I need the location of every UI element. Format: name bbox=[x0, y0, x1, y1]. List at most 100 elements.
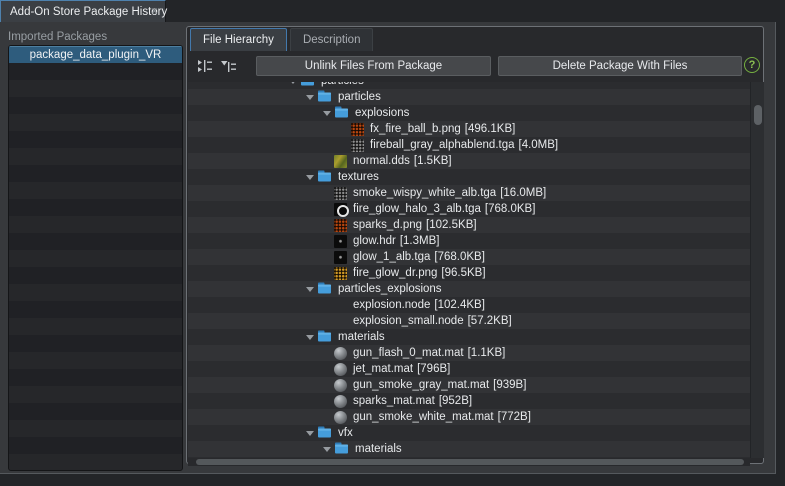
tree-file-row[interactable]: sparks_d.png [102.5KB] bbox=[188, 217, 750, 233]
expander-placeholder bbox=[320, 393, 334, 409]
tree-folder-row[interactable]: particles bbox=[188, 89, 750, 105]
package-list-empty-row bbox=[9, 386, 182, 403]
help-icon[interactable]: ? bbox=[744, 57, 760, 73]
expander-arrow-icon[interactable] bbox=[303, 329, 317, 345]
file-size: [102.4KB] bbox=[434, 299, 485, 311]
expander-placeholder bbox=[320, 409, 334, 425]
folder-icon bbox=[317, 425, 332, 441]
vertical-scrollbar-thumb[interactable] bbox=[754, 105, 762, 125]
package-list-empty-row bbox=[9, 437, 182, 454]
tree-file-row[interactable]: fireball_gray_alphablend.tga [4.0MB] bbox=[188, 137, 750, 153]
collapse-tree-icon[interactable] bbox=[196, 57, 214, 75]
expander-placeholder bbox=[320, 249, 334, 265]
expander-placeholder bbox=[320, 313, 334, 329]
file-size: [768.0KB] bbox=[484, 203, 536, 215]
chevron-down-icon bbox=[306, 286, 314, 292]
expander-arrow-icon[interactable] bbox=[303, 425, 317, 441]
texture-thumbnail-tex-dark-dot bbox=[334, 250, 347, 264]
tree-file-row[interactable]: explosion_small.node [57.2KB] bbox=[188, 313, 750, 329]
tree-folder-row[interactable]: explosions bbox=[188, 105, 750, 121]
horizontal-scrollbar[interactable] bbox=[188, 459, 750, 466]
expander-placeholder bbox=[320, 201, 334, 217]
tab-description[interactable]: Description bbox=[289, 28, 374, 51]
expander-arrow-icon[interactable] bbox=[303, 281, 317, 297]
tree-file-row[interactable]: fx_fire_ball_b.png [496.1KB] bbox=[188, 121, 750, 137]
imported-packages-list[interactable]: package_data_plugin_VR bbox=[8, 45, 183, 471]
expander-arrow-icon[interactable] bbox=[303, 89, 317, 105]
package-list-empty-row bbox=[9, 148, 182, 165]
delete-package-button[interactable]: Delete Package With Files bbox=[498, 56, 742, 76]
tree-file-row[interactable]: normal.dds [1.5KB] bbox=[188, 153, 750, 169]
file-name: gun_flash_0_mat.mat bbox=[353, 347, 464, 359]
file-size: [1.5KB] bbox=[413, 155, 452, 167]
tree-file-row[interactable]: sparks_mat.mat [952B] bbox=[188, 393, 750, 409]
package-list-empty-row bbox=[9, 420, 182, 437]
texture-thumbnail-tex-orange-dots bbox=[334, 218, 347, 232]
tree-file-row[interactable]: glow_1_alb.tga [768.0KB] bbox=[188, 249, 750, 265]
tree-file-row[interactable]: jet_mat.mat [796B] bbox=[188, 361, 750, 377]
unlink-files-button[interactable]: Unlink Files From Package bbox=[256, 56, 491, 76]
tree-folder-row[interactable]: textures bbox=[188, 169, 750, 185]
package-list-empty-row bbox=[9, 267, 182, 284]
file-name: vfx bbox=[338, 427, 353, 439]
package-list-empty-row bbox=[9, 63, 182, 80]
texture-thumbnail-tex-normalmap bbox=[334, 154, 347, 168]
package-list-item[interactable]: package_data_plugin_VR bbox=[9, 46, 182, 63]
file-size: [772B] bbox=[497, 411, 531, 423]
texture-thumbnail-tex-gray-dots bbox=[351, 138, 364, 152]
expand-tree-icon[interactable] bbox=[220, 57, 238, 75]
tree-file-row[interactable]: smoke_wispy_white_alb.tga [16.0MB] bbox=[188, 185, 750, 201]
close-icon[interactable]: × bbox=[151, 4, 158, 18]
tree-file-row[interactable]: fire_glow_halo_3_alb.tga [768.0KB] bbox=[188, 201, 750, 217]
texture-thumbnail-tex-gray-dots bbox=[334, 186, 347, 200]
package-list-empty-row bbox=[9, 114, 182, 131]
material-sphere-icon bbox=[334, 394, 347, 408]
chevron-down-icon bbox=[306, 94, 314, 100]
folder-icon bbox=[317, 89, 332, 105]
addon-store-package-history-window: { "window": { "tab": { "title": "Add-On … bbox=[0, 0, 785, 486]
tree-folder-row[interactable]: materials bbox=[188, 441, 750, 457]
chevron-down-icon bbox=[323, 110, 331, 116]
tree-folder-row[interactable]: vfx bbox=[188, 425, 750, 441]
file-size: [102.5KB] bbox=[426, 219, 477, 231]
tree-file-row[interactable]: fire_glow_dr.png [96.5KB] bbox=[188, 265, 750, 281]
package-list-empty-row bbox=[9, 97, 182, 114]
tree-folder-row[interactable]: particles bbox=[188, 82, 750, 89]
file-name: textures bbox=[338, 171, 379, 183]
expander-arrow-icon[interactable] bbox=[286, 82, 300, 89]
file-size: [4.0MB] bbox=[518, 139, 559, 151]
file-size: [96.5KB] bbox=[441, 267, 486, 279]
package-list-empty-row bbox=[9, 403, 182, 420]
panel-tab-bar: File Hierarchy Description bbox=[190, 28, 376, 51]
vertical-scrollbar[interactable] bbox=[750, 82, 764, 458]
tree-file-row[interactable]: gun_smoke_gray_mat.mat [939B] bbox=[188, 377, 750, 393]
file-size: [939B] bbox=[493, 379, 527, 391]
file-name: fireball_gray_alphablend.tga bbox=[370, 139, 515, 151]
file-name: particles bbox=[338, 91, 381, 103]
expander-placeholder bbox=[337, 137, 351, 153]
tree-folder-row[interactable]: materials bbox=[188, 329, 750, 345]
file-name: particles bbox=[321, 82, 364, 87]
tab-file-hierarchy[interactable]: File Hierarchy bbox=[190, 28, 287, 51]
package-list-empty-row bbox=[9, 182, 182, 199]
tab-addon-store-package-history[interactable]: Add-On Store Package History × bbox=[0, 0, 167, 22]
tree-file-row[interactable]: gun_flash_0_mat.mat [1.1KB] bbox=[188, 345, 750, 361]
expander-placeholder bbox=[320, 297, 334, 313]
expander-arrow-icon[interactable] bbox=[303, 169, 317, 185]
expander-arrow-icon[interactable] bbox=[320, 105, 334, 121]
texture-thumbnail-tex-yellow-dots bbox=[334, 266, 347, 280]
horizontal-scrollbar-thumb[interactable] bbox=[196, 459, 744, 465]
tree-folder-row[interactable]: particles_explosions bbox=[188, 281, 750, 297]
expander-arrow-icon[interactable] bbox=[320, 441, 334, 457]
tree-file-row[interactable]: explosion.node [102.4KB] bbox=[188, 297, 750, 313]
tree-file-row[interactable]: glow.hdr [1.3MB] bbox=[188, 233, 750, 249]
file-name: materials bbox=[355, 443, 402, 455]
tree-file-row[interactable]: gun_smoke_white_mat.mat [772B] bbox=[188, 409, 750, 425]
